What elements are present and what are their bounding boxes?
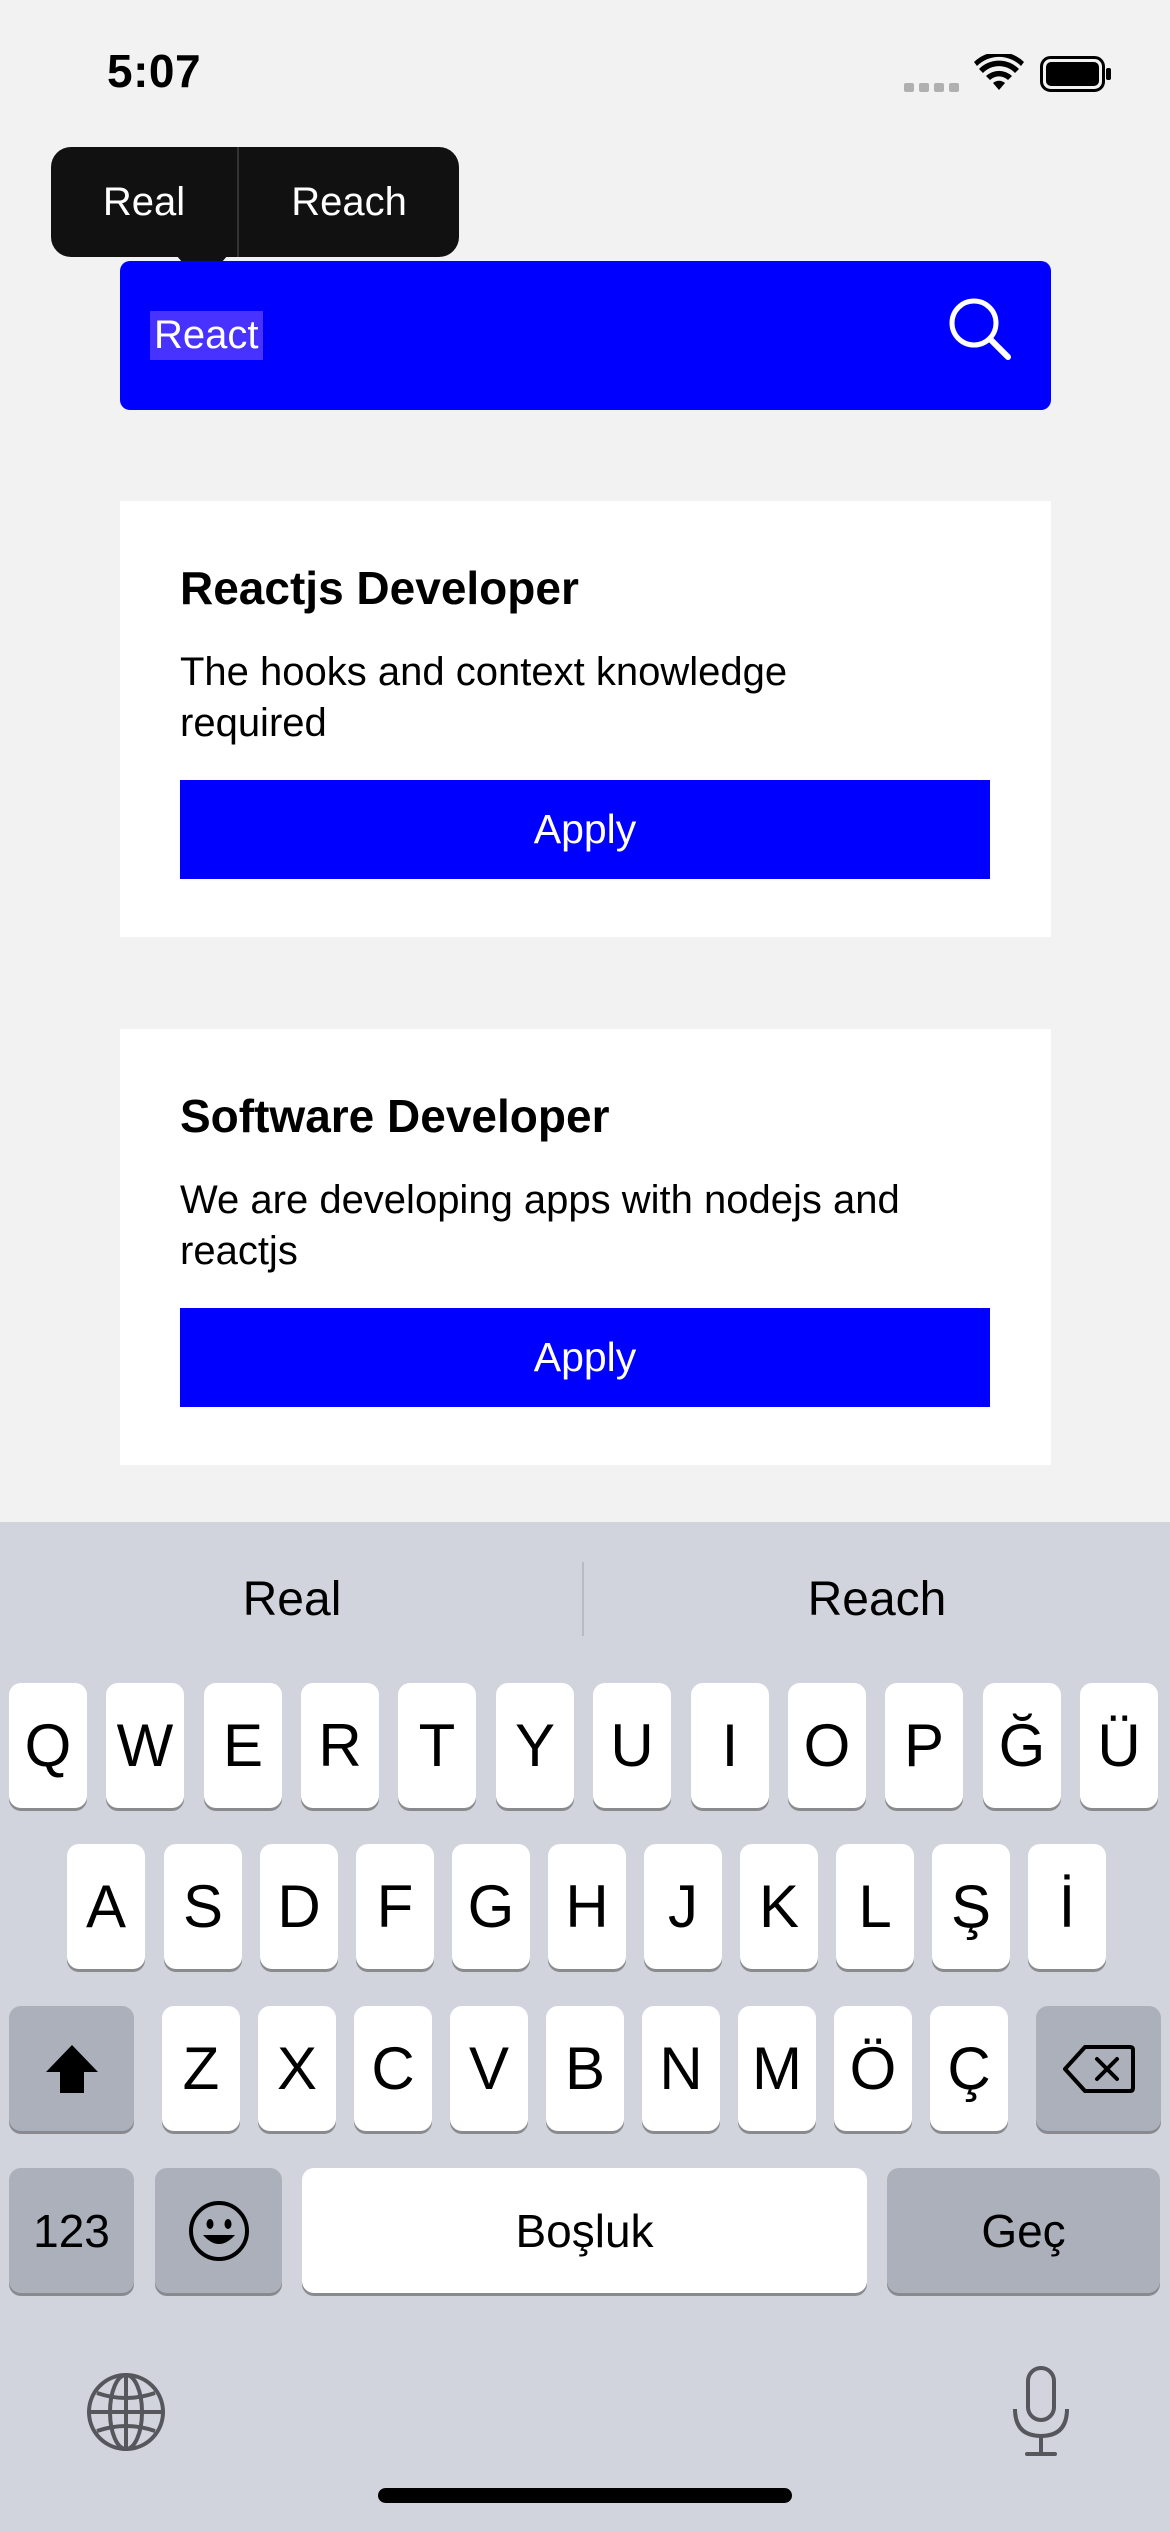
backspace-icon [1062,2044,1135,2093]
suggestion-reach[interactable]: Reach [584,1522,1170,1677]
microphone-icon[interactable] [1008,2365,1074,2459]
search-input[interactable]: React [150,311,263,360]
key-a[interactable]: A [67,1844,145,1969]
job-card: Reactjs Developer The hooks and context … [120,501,1051,937]
key-c-cedilla[interactable]: Ç [930,2006,1008,2131]
job-card: Software Developer We are developing app… [120,1029,1051,1465]
key-y[interactable]: Y [496,1683,574,1808]
key-f[interactable]: F [356,1844,434,1969]
key-l[interactable]: L [836,1844,914,1969]
job-description: The hooks and context knowledge required [180,647,980,749]
key-q[interactable]: Q [9,1683,87,1808]
key-u[interactable]: U [593,1683,671,1808]
return-key[interactable]: Geç [887,2168,1160,2293]
home-indicator [378,2488,792,2503]
autocorrect-popover: Real Reach [51,147,459,257]
key-r[interactable]: R [301,1683,379,1808]
globe-icon[interactable] [85,2371,167,2453]
key-n[interactable]: N [642,2006,720,2131]
job-title: Software Developer [180,1090,610,1142]
key-v[interactable]: V [450,2006,528,2131]
suggestion-real[interactable]: Real [0,1522,584,1677]
popover-option-real[interactable]: Real [51,147,237,257]
key-i[interactable]: I [691,1683,769,1808]
key-e[interactable]: E [204,1683,282,1808]
key-z[interactable]: Z [162,2006,240,2131]
apply-button[interactable]: Apply [180,780,990,879]
key-p[interactable]: P [885,1683,963,1808]
key-x[interactable]: X [258,2006,336,2131]
key-w[interactable]: W [106,1683,184,1808]
search-bar[interactable]: React [120,261,1051,410]
key-t[interactable]: T [398,1683,476,1808]
key-h[interactable]: H [548,1844,626,1969]
key-g[interactable]: G [452,1844,530,1969]
key-k[interactable]: K [740,1844,818,1969]
key-i-dotted[interactable]: İ [1028,1844,1106,1969]
job-title: Reactjs Developer [180,562,579,614]
cellular-signal-icon [904,83,959,92]
search-icon[interactable] [946,295,1012,361]
space-key[interactable]: Boşluk [302,2168,867,2293]
job-description-line: required [180,701,327,745]
key-g-breve[interactable]: Ğ [983,1683,1061,1808]
key-m[interactable]: M [738,2006,816,2131]
shift-arrow-icon [45,2044,98,2093]
key-j[interactable]: J [644,1844,722,1969]
key-s[interactable]: S [164,1844,242,1969]
key-b[interactable]: B [546,2006,624,2131]
numbers-key[interactable]: 123 [9,2168,134,2293]
key-o-umlaut[interactable]: Ö [834,2006,912,2131]
key-o[interactable]: O [788,1683,866,1808]
key-s-cedilla[interactable]: Ş [932,1844,1010,1969]
status-time: 5:07 [107,45,202,97]
job-description-line: The hooks and context knowledge [180,650,788,694]
job-description: We are developing apps with nodejs and r… [180,1175,980,1277]
apply-button[interactable]: Apply [180,1308,990,1407]
battery-icon [1040,56,1111,92]
emoji-icon [188,2200,249,2261]
backspace-key[interactable] [1036,2006,1161,2131]
keyboard: Real Reach Q W E R T Y U I O P Ğ Ü A S D… [0,1522,1170,2532]
popover-option-reach[interactable]: Reach [239,147,459,257]
key-u-umlaut[interactable]: Ü [1080,1683,1158,1808]
wifi-icon [974,54,1024,90]
job-description-line: reactjs [180,1229,298,1273]
key-d[interactable]: D [260,1844,338,1969]
job-description-line: We are developing apps with nodejs and [180,1178,900,1222]
shift-key[interactable] [9,2006,134,2131]
key-c[interactable]: C [354,2006,432,2131]
emoji-key[interactable] [155,2168,282,2293]
